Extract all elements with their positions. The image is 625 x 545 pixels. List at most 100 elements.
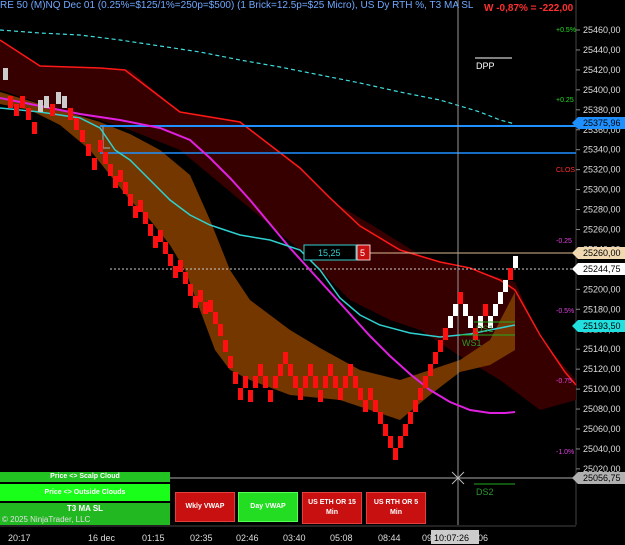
svg-text:25056,75: 25056,75 (583, 473, 621, 483)
renko-brick (173, 266, 178, 278)
time-axis-label: 09 (422, 533, 432, 543)
svg-text:25244,75: 25244,75 (583, 264, 621, 274)
outside-clouds-bar[interactable]: Price <> Outside Clouds (0, 484, 170, 501)
renko-brick (373, 400, 378, 412)
pct-label-plus-0-25: +0.25 (556, 97, 574, 104)
renko-brick (338, 388, 343, 400)
time-axis-label: 20:17 (8, 533, 31, 543)
renko-brick (383, 424, 388, 436)
renko-brick (263, 376, 268, 388)
renko-brick (183, 272, 188, 284)
renko-brick (32, 122, 37, 134)
dpp-label: DPP (476, 61, 495, 71)
price-tick-label: 25440,00 (583, 45, 621, 55)
renko-brick (393, 448, 398, 460)
renko-brick (353, 376, 358, 388)
renko-brick (358, 388, 363, 400)
renko-brick (188, 284, 193, 296)
renko-brick (483, 304, 488, 316)
renko-brick (503, 280, 508, 292)
renko-brick (463, 304, 468, 316)
renko-brick (123, 182, 128, 194)
copyright-label: © 2025 NinjaTrader, LLC (2, 515, 91, 524)
price-box: 25193,50 (572, 320, 625, 332)
price-box: 25260,00 (572, 247, 625, 259)
renko-brick (248, 390, 253, 402)
renko-brick (20, 96, 25, 108)
renko-brick (103, 152, 108, 164)
renko-brick (8, 96, 13, 108)
renko-brick (108, 164, 113, 176)
renko-brick (458, 292, 463, 304)
pnl-readout: W -0,87% = -222,00 (484, 3, 574, 14)
renko-brick (348, 364, 353, 376)
pct-label-minus-0-25: -0.25 (556, 238, 572, 245)
time-axis: 20:17 16 dec 01:15 02:35 02:46 03:40 05:08 08:4… (8, 530, 488, 544)
renko-brick (448, 316, 453, 328)
time-axis-label: 08:44 (378, 533, 401, 543)
renko-brick (113, 176, 118, 188)
renko-chart[interactable]: 25460,00 25440,00 25420,00 25400,00 25380,00… (0, 0, 625, 545)
wkly-vwap-button[interactable]: Wkly VWAP (175, 492, 235, 522)
renko-brick (80, 130, 85, 142)
renko-brick (413, 400, 418, 412)
t3-ma-sl-bar[interactable]: T3 MA SL © 2025 NinjaTrader, LLC (0, 503, 170, 525)
renko-brick (26, 108, 31, 120)
price-tick-label: 25380,00 (583, 105, 621, 115)
renko-brick (178, 260, 183, 272)
price-tick-label: 25320,00 (583, 165, 621, 175)
ds2-label: DS2 (476, 487, 494, 497)
order-qty-text: 5 (360, 248, 365, 258)
renko-brick (68, 108, 73, 120)
price-tick-label: 25280,00 (583, 205, 621, 215)
close-label: CLOS (556, 167, 575, 174)
chart-title: RE 50 (M)NQ Dec 01 (0.25%=$125/1%=250p=$… (0, 0, 474, 11)
renko-brick (118, 170, 123, 182)
renko-brick (318, 390, 323, 402)
renko-brick (363, 400, 368, 412)
time-axis-label: 05:08 (330, 533, 353, 543)
cursor-time-label: 10:07:26 (434, 533, 469, 543)
renko-brick (333, 376, 338, 388)
pct-label-plus-0-5: +0.5% (556, 27, 576, 34)
time-axis-label: 03:40 (283, 533, 306, 543)
renko-brick (143, 212, 148, 224)
renko-brick (508, 268, 513, 280)
renko-brick (298, 388, 303, 400)
price-tick-label: 25180,00 (583, 304, 621, 314)
renko-brick (268, 390, 273, 402)
renko-brick (313, 376, 318, 388)
renko-brick (258, 364, 263, 376)
renko-brick (213, 312, 218, 324)
price-tick-label: 25400,00 (583, 85, 621, 95)
renko-brick (293, 376, 298, 388)
renko-brick (138, 200, 143, 212)
renko-brick (388, 436, 393, 448)
renko-brick (223, 340, 228, 352)
svg-text:25260,00: 25260,00 (583, 248, 621, 258)
day-vwap-button[interactable]: Day VWAP (238, 492, 298, 522)
svg-text:25193,50: 25193,50 (583, 321, 621, 331)
price-tick-label: 25300,00 (583, 185, 621, 195)
renko-brick (343, 376, 348, 388)
us-rth-or-button[interactable]: US RTH OR 5 Min (366, 492, 426, 524)
renko-brick (98, 140, 103, 152)
time-axis-label: 16 dec (88, 533, 116, 543)
time-axis-label: 06 (478, 533, 488, 543)
renko-brick (198, 290, 203, 302)
scalp-cloud-bar[interactable]: Price <> Scalp Cloud (0, 472, 170, 482)
renko-brick (238, 388, 243, 400)
renko-brick (38, 100, 43, 112)
price-tick-label: 25060,00 (583, 424, 621, 434)
price-tick-label: 25080,00 (583, 404, 621, 414)
renko-brick (408, 412, 413, 424)
renko-brick (513, 256, 518, 268)
price-tick-label: 25420,00 (583, 65, 621, 75)
renko-brick (273, 376, 278, 388)
us-eth-or-button[interactable]: US ETH OR 15 Min (302, 492, 362, 524)
renko-brick (50, 104, 55, 116)
renko-brick (158, 230, 163, 242)
renko-brick (3, 68, 8, 80)
renko-brick (398, 436, 403, 448)
renko-brick (133, 206, 138, 218)
